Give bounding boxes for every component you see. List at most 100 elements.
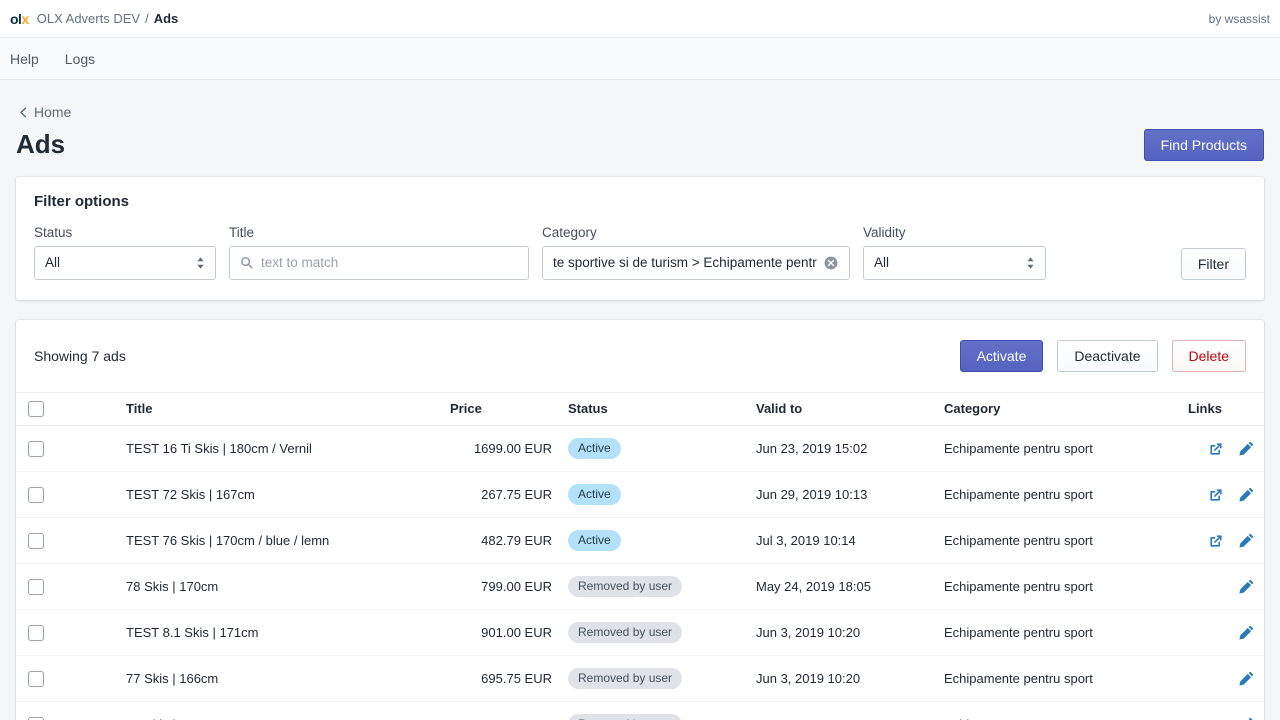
delete-button[interactable]: Delete bbox=[1172, 340, 1246, 372]
edit-pencil-icon[interactable] bbox=[1238, 671, 1254, 687]
edit-pencil-icon[interactable] bbox=[1238, 487, 1254, 503]
chevron-left-icon bbox=[16, 105, 31, 120]
ad-category: Echipamente pentru sport bbox=[928, 656, 1180, 702]
ad-category: Echipamente pentru sport bbox=[928, 426, 1180, 472]
row-checkbox[interactable] bbox=[28, 579, 44, 595]
header-links: Links bbox=[1180, 392, 1264, 426]
ad-valid-to: Jun 3, 2019 10:20 bbox=[740, 610, 928, 656]
ad-price: 482.79 EUR bbox=[442, 518, 552, 564]
ad-title: 77 Skis | 171cm bbox=[110, 702, 442, 720]
ad-title: TEST 8.1 Skis | 171cm bbox=[110, 610, 442, 656]
validity-label: Validity bbox=[863, 225, 1046, 240]
ad-valid-to: Jun 29, 2019 10:13 bbox=[740, 472, 928, 518]
row-checkbox[interactable] bbox=[28, 441, 44, 457]
status-badge: Active bbox=[568, 484, 621, 505]
row-checkbox[interactable] bbox=[28, 625, 44, 641]
circle-x-icon bbox=[823, 255, 839, 271]
validity-selected-value: All bbox=[874, 255, 889, 270]
table-row: TEST 8.1 Skis | 171cm 901.00 EUR Removed… bbox=[16, 610, 1264, 656]
row-checkbox[interactable] bbox=[28, 533, 44, 549]
edit-pencil-icon[interactable] bbox=[1238, 441, 1254, 457]
find-products-button[interactable]: Find Products bbox=[1144, 129, 1264, 161]
edit-pencil-icon[interactable] bbox=[1238, 533, 1254, 549]
table-row: TEST 76 Skis | 170cm / blue / lemn 482.7… bbox=[16, 518, 1264, 564]
back-home-label: Home bbox=[34, 104, 71, 120]
title-input[interactable] bbox=[261, 255, 518, 270]
filter-options-heading: Filter options bbox=[34, 193, 1246, 210]
status-badge: Removed by user bbox=[568, 576, 682, 597]
select-stepper-icon bbox=[1026, 256, 1035, 270]
ad-valid-to: Jul 3, 2019 10:14 bbox=[740, 518, 928, 564]
ad-category: Echipamente pentru sport bbox=[928, 564, 1180, 610]
external-link-icon[interactable] bbox=[1208, 441, 1224, 457]
status-badge: Active bbox=[568, 438, 621, 459]
ad-price: 1699.00 EUR bbox=[442, 426, 552, 472]
deactivate-button[interactable]: Deactivate bbox=[1057, 340, 1157, 372]
activate-button[interactable]: Activate bbox=[960, 340, 1044, 372]
ad-title: TEST 76 Skis | 170cm / blue / lemn bbox=[110, 518, 442, 564]
table-row: TEST 72 Skis | 167cm 267.75 EUR Active J… bbox=[16, 472, 1264, 518]
status-badge: Removed by user bbox=[568, 714, 682, 720]
filter-button[interactable]: Filter bbox=[1181, 248, 1246, 280]
olx-logo-icon: olx bbox=[10, 11, 29, 27]
category-input[interactable] bbox=[553, 255, 817, 270]
category-input-wrapper bbox=[542, 246, 850, 280]
status-selected-value: All bbox=[45, 255, 60, 270]
filter-card: Filter options Status All Title bbox=[16, 177, 1264, 300]
ad-category: Echipamente pentru sport bbox=[928, 518, 1180, 564]
edit-pencil-icon[interactable] bbox=[1238, 579, 1254, 595]
header-title: Title bbox=[110, 392, 442, 426]
status-select[interactable]: All bbox=[34, 246, 216, 280]
category-label: Category bbox=[542, 225, 850, 240]
ad-price: 267.75 EUR bbox=[442, 472, 552, 518]
select-all-checkbox[interactable] bbox=[28, 401, 44, 417]
breadcrumb: OLX Adverts DEV / Ads bbox=[37, 11, 179, 26]
topbar: olx OLX Adverts DEV / Ads by wsassist bbox=[0, 0, 1280, 38]
title-input-wrapper bbox=[229, 246, 529, 280]
row-checkbox[interactable] bbox=[28, 671, 44, 687]
page-title: Ads bbox=[16, 129, 65, 160]
breadcrumb-current-page: Ads bbox=[154, 11, 179, 26]
search-icon bbox=[240, 256, 254, 270]
header-status: Status bbox=[552, 392, 740, 426]
ads-card: Showing 7 ads Activate Deactivate Delete… bbox=[16, 320, 1264, 720]
table-header-row: Title Price Status Valid to Category Lin… bbox=[16, 392, 1264, 426]
ad-valid-to: May 24, 2019 18:05 bbox=[740, 564, 928, 610]
validity-select[interactable]: All bbox=[863, 246, 1046, 280]
external-link-icon[interactable] bbox=[1208, 487, 1224, 503]
clear-category-button[interactable] bbox=[823, 255, 839, 271]
ad-valid-to: Jun 3, 2019 10:20 bbox=[740, 702, 928, 720]
header-category: Category bbox=[928, 392, 1180, 426]
nav-logs[interactable]: Logs bbox=[65, 51, 95, 67]
ad-title: TEST 16 Ti Skis | 180cm / Vernil bbox=[110, 426, 442, 472]
ad-title: 78 Skis | 170cm bbox=[110, 564, 442, 610]
ad-valid-to: Jun 23, 2019 15:02 bbox=[740, 426, 928, 472]
ad-category: Echipamente pentru sport bbox=[928, 472, 1180, 518]
table-row: 78 Skis | 170cm 799.00 EUR Removed by us… bbox=[16, 564, 1264, 610]
edit-pencil-icon[interactable] bbox=[1238, 625, 1254, 641]
ad-price: 799.00 EUR bbox=[442, 564, 552, 610]
ad-category: Echipamente pentru sport bbox=[928, 702, 1180, 720]
user-label: by wsassist bbox=[1209, 12, 1270, 26]
nav-help[interactable]: Help bbox=[10, 51, 39, 67]
status-badge: Removed by user bbox=[568, 622, 682, 643]
breadcrumb-separator: / bbox=[145, 11, 149, 26]
table-row: TEST 16 Ti Skis | 180cm / Vernil 1699.00… bbox=[16, 426, 1264, 472]
showing-count: Showing 7 ads bbox=[34, 348, 126, 364]
title-label: Title bbox=[229, 225, 529, 240]
table-row: 77 Skis | 166cm 695.75 EUR Removed by us… bbox=[16, 656, 1264, 702]
status-badge: Active bbox=[568, 530, 621, 551]
status-badge: Removed by user bbox=[568, 668, 682, 689]
ad-price: 901.00 EUR bbox=[442, 610, 552, 656]
header-price: Price bbox=[442, 392, 552, 426]
ad-title: TEST 72 Skis | 167cm bbox=[110, 472, 442, 518]
row-checkbox[interactable] bbox=[28, 487, 44, 503]
nav-bar: Help Logs bbox=[0, 38, 1280, 80]
back-home-link[interactable]: Home bbox=[16, 104, 71, 120]
external-link-icon[interactable] bbox=[1208, 533, 1224, 549]
status-label: Status bbox=[34, 225, 216, 240]
ad-valid-to: Jun 3, 2019 10:20 bbox=[740, 656, 928, 702]
breadcrumb-app-name[interactable]: OLX Adverts DEV bbox=[37, 11, 140, 26]
header-valid-to: Valid to bbox=[740, 392, 928, 426]
ads-table: Title Price Status Valid to Category Lin… bbox=[16, 392, 1264, 720]
